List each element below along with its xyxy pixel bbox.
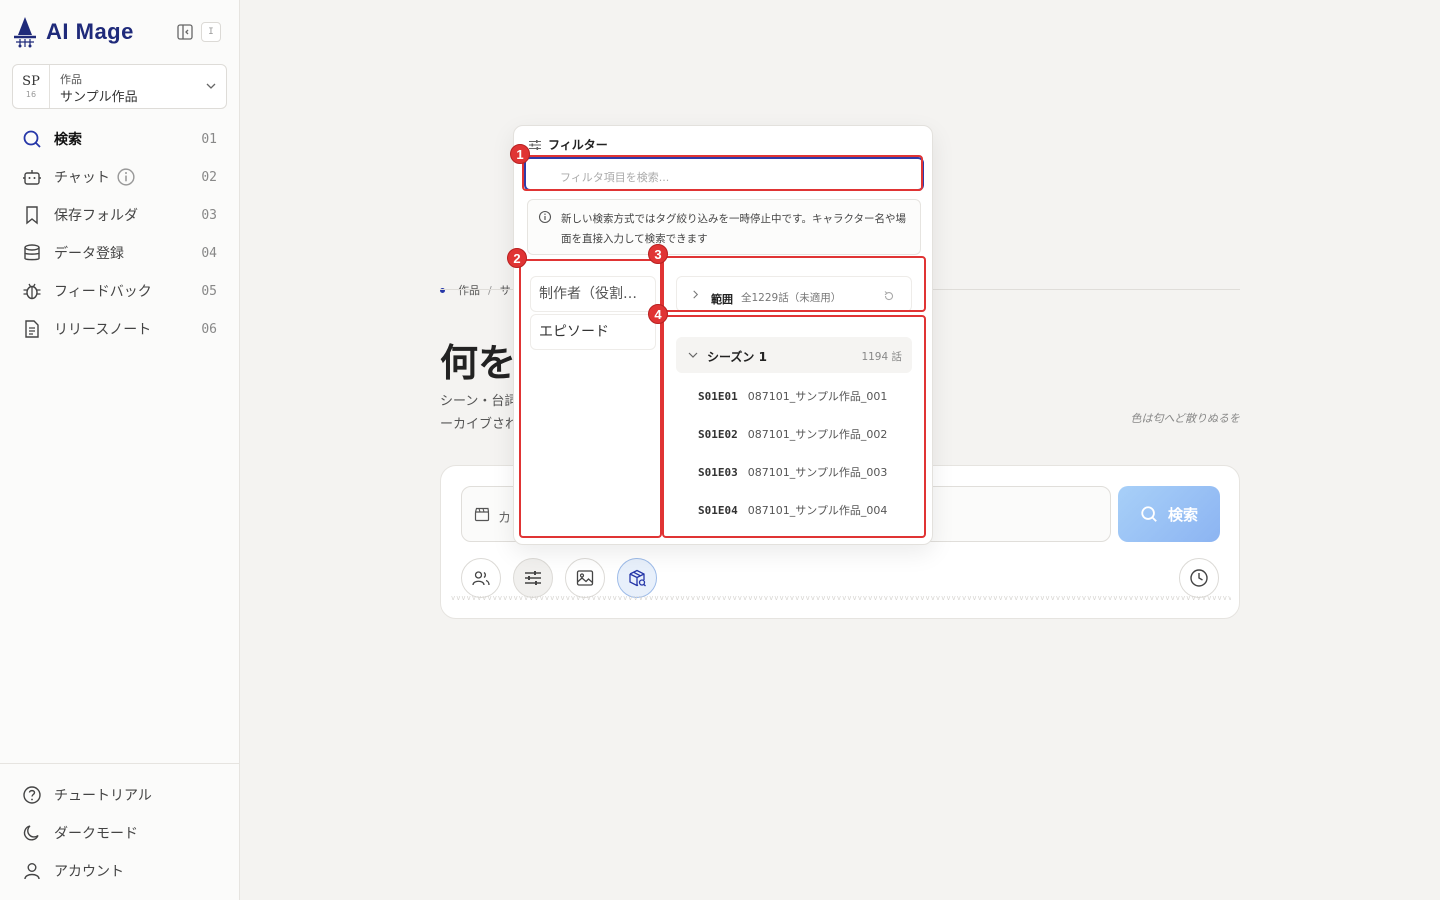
nav-item-chat[interactable]: チャット 02 <box>12 158 227 196</box>
user-icon <box>24 863 40 880</box>
nav-label: データ登録 <box>54 246 124 262</box>
sidebar-bottom-nav: チュートリアル ダークモード アカウント <box>0 763 240 890</box>
nav-label: チャット <box>54 170 110 186</box>
filter-notice-text: 新しい検索方式ではタグ絞り込みを一時停止中です。キャラクター名や場面を直接入力し… <box>561 213 907 245</box>
annotation-marker-4: 4 <box>648 304 668 324</box>
nav-item-saved-folder[interactable]: 保存フォルダ 03 <box>12 196 227 234</box>
nav-label: 検索 <box>54 132 82 148</box>
nav-item-tutorial[interactable]: チュートリアル <box>12 776 228 814</box>
decorative-wave: vvvvvvvvvvvvvvvvvvvvvvvvvvvvvvvvvvvvvvvv… <box>451 594 1231 602</box>
scope-search-button[interactable] <box>617 558 657 598</box>
breadcrumb-item[interactable]: サ <box>500 282 511 298</box>
nav-label: フィードバック <box>54 284 152 300</box>
sidebar: AI Mage I SP 16 作品 サンプル作品 検索 01 チャット 02 … <box>0 0 240 900</box>
hero-quote: 色は匂へど散りぬるを <box>1130 412 1240 425</box>
page-subtitle-line: シーン・台詞 <box>440 394 518 409</box>
annotation-marker-3: 3 <box>648 244 668 264</box>
filter-toggle-button[interactable] <box>513 558 553 598</box>
breadcrumb: 作品 / サ <box>440 282 511 298</box>
project-label: 作品 <box>60 73 82 86</box>
project-code-badge: SP 16 <box>13 65 50 108</box>
project-code: SP <box>22 74 40 89</box>
filter-header: フィルター <box>528 136 608 153</box>
search-icon <box>23 130 41 148</box>
nav-shortcut: 03 <box>201 207 217 223</box>
search-button-label: 検索 <box>1167 505 1198 524</box>
nav-label: リリースノート <box>54 322 152 338</box>
clock-icon <box>1190 569 1208 587</box>
bug-icon <box>23 283 41 300</box>
nav-shortcut: 01 <box>201 131 217 147</box>
search-icon <box>1141 506 1157 522</box>
annotation-box-4 <box>662 315 926 538</box>
wizard-hat-icon <box>14 17 36 48</box>
database-icon <box>24 244 40 261</box>
nav-label: 保存フォルダ <box>54 208 138 224</box>
shortcut-box[interactable]: I <box>201 22 221 42</box>
annotation-box-2 <box>519 259 662 538</box>
package-search-icon <box>629 569 646 587</box>
nav-item-release-notes[interactable]: リリースノート 06 <box>12 310 227 348</box>
nav-item-search[interactable]: 検索 01 <box>12 120 227 158</box>
filter-title: フィルター <box>548 138 608 152</box>
breadcrumb-separator: / <box>488 283 492 297</box>
nav-shortcut: 02 <box>201 169 217 185</box>
nav-label: アカウント <box>54 864 124 880</box>
nav-item-data-registration[interactable]: データ登録 04 <box>12 234 227 272</box>
bookmark-icon <box>26 206 38 225</box>
annotation-box-1 <box>522 155 923 191</box>
main-nav: 検索 01 チャット 02 保存フォルダ 03 データ登録 04 フィードバック… <box>12 120 227 348</box>
nav-shortcut: 05 <box>201 283 217 299</box>
app-logo[interactable]: AI Mage <box>12 14 134 50</box>
image-search-button[interactable] <box>565 558 605 598</box>
character-filter-button[interactable] <box>461 558 501 598</box>
nav-shortcut: 06 <box>201 321 217 337</box>
search-button[interactable]: 検索 <box>1118 486 1220 542</box>
nav-shortcut: 04 <box>201 245 217 261</box>
app-name: AI Mage <box>46 19 134 44</box>
robot-icon <box>23 170 41 185</box>
people-icon <box>472 571 490 586</box>
nav-item-feedback[interactable]: フィードバック 05 <box>12 272 227 310</box>
clapperboard-icon <box>474 507 490 522</box>
annotation-box-3 <box>662 256 926 312</box>
nav-item-dark-mode[interactable]: ダークモード <box>12 814 228 852</box>
nav-item-account[interactable]: アカウント <box>12 852 228 890</box>
page-title: 何を <box>440 340 517 385</box>
image-icon <box>576 570 594 586</box>
help-icon <box>23 786 41 804</box>
project-name: サンプル作品 <box>60 90 138 105</box>
project-code-num: 16 <box>25 90 37 99</box>
moon-icon <box>23 825 39 841</box>
document-icon <box>25 320 39 338</box>
chevron-down-icon <box>206 83 216 89</box>
history-button[interactable] <box>1179 558 1219 598</box>
search-placeholder: カ <box>498 511 512 526</box>
info-icon[interactable] <box>116 167 136 187</box>
annotation-marker-2: 2 <box>507 248 527 268</box>
info-icon <box>538 210 552 224</box>
filter-notice: 新しい検索方式ではタグ絞り込みを一時停止中です。キャラクター名や場面を直接入力し… <box>527 199 921 255</box>
sliders-icon <box>529 139 541 150</box>
sliders-icon <box>525 571 541 585</box>
project-select[interactable]: SP 16 作品 サンプル作品 <box>12 64 227 109</box>
page-subtitle: シーン・台詞 ーカイブされ <box>440 390 520 436</box>
sidebar-collapse-icon[interactable] <box>176 23 194 41</box>
page-subtitle-line: ーカイブされ <box>440 417 519 432</box>
nav-label: ダークモード <box>54 826 138 842</box>
annotation-marker-1: 1 <box>510 144 530 164</box>
breadcrumb-item[interactable]: 作品 <box>458 282 480 298</box>
nav-label: チュートリアル <box>54 788 152 804</box>
